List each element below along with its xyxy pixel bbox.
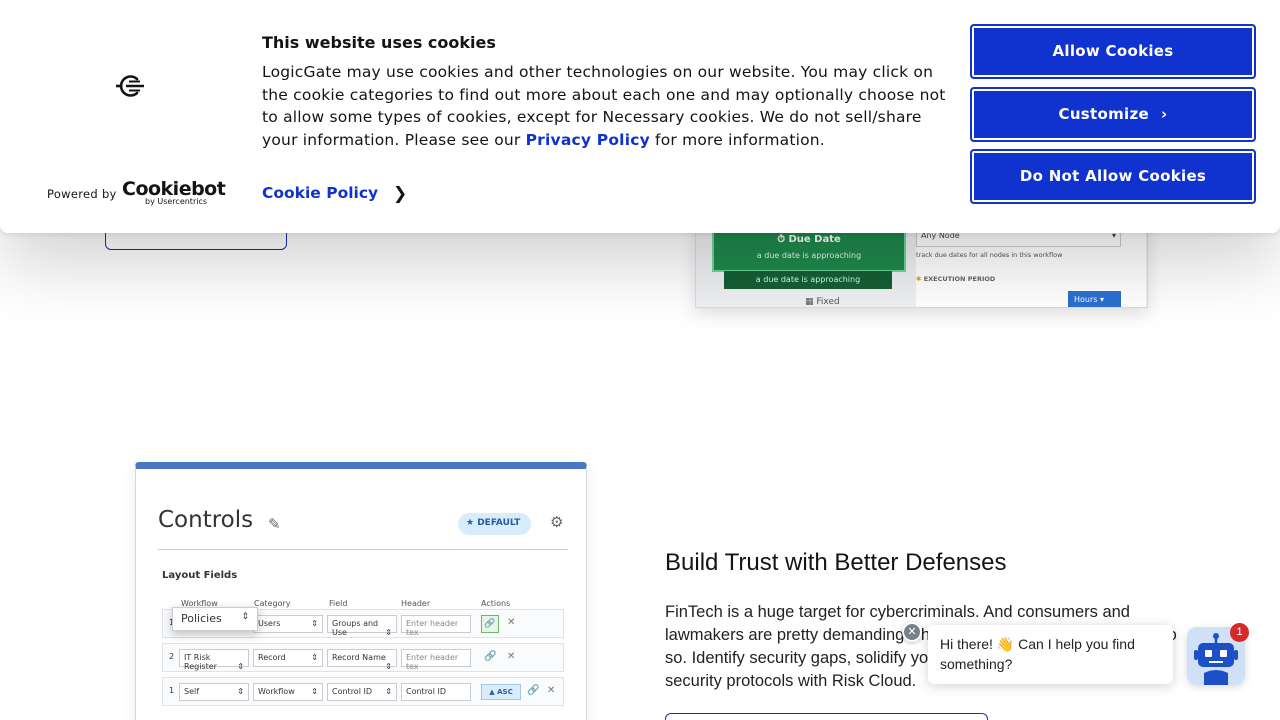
header-input: Enter header tex xyxy=(401,649,471,671)
cookie-policy-link[interactable]: Cookie Policy xyxy=(262,184,378,202)
controls-title: Controls xyxy=(158,507,254,533)
hours-select: Hours ▾ xyxy=(1068,291,1121,307)
remove-icon: ✕ xyxy=(547,685,556,696)
header-category: Category xyxy=(254,599,291,608)
powered-by-label: Powered by xyxy=(47,187,117,201)
pencil-icon: ✎ xyxy=(268,515,281,533)
section-heading: Build Trust with Better Defenses xyxy=(665,549,1007,576)
field-select: Record Name ⇕ xyxy=(327,649,397,671)
allow-cookies-button[interactable]: Allow Cookies xyxy=(970,24,1256,79)
fixed-label: ▦ Fixed xyxy=(805,297,840,307)
table-row: 2 IT Risk Register ⇕ Record ⇕ Record Name ⇕… xyxy=(162,643,564,672)
chat-greeting-bubble[interactable]: Hi there! 👋 Can I help you find somethin… xyxy=(928,625,1173,684)
field-select: Groups and Use ⇕ xyxy=(327,615,397,637)
header-actions: Actions xyxy=(481,599,511,608)
banner-title: This website uses cookies xyxy=(262,33,496,52)
table-row: 1 Self ⇕ Workflow ⇕ Control ID ⇕ Control ID… xyxy=(162,677,564,706)
node-note: track due dates for all nodes in this wo… xyxy=(916,251,1063,259)
sort-badge: ▲ ASC xyxy=(481,684,521,700)
link-icon: 🔗 xyxy=(481,615,499,633)
chevron-right-icon: › xyxy=(1160,105,1168,123)
header-input: Enter header tex xyxy=(401,615,471,637)
header-field: Field xyxy=(329,599,348,608)
workflow-select: IT Risk Register ⇕ xyxy=(179,649,249,671)
page: ⏱ Due Date a due date is approaching a d… xyxy=(0,0,1280,720)
category-select: Record ⇕ xyxy=(253,649,323,667)
link-icon: 🔗 xyxy=(527,685,540,696)
customize-label: Customize xyxy=(1058,105,1149,123)
category-select: Workflow ⇕ xyxy=(253,683,323,701)
policies-dropdown: Policies ⇕ xyxy=(172,607,258,631)
deny-cookies-button[interactable]: Do Not Allow Cookies xyxy=(970,149,1256,204)
gear-icon: ⚙ xyxy=(550,513,564,531)
chevron-right-icon[interactable]: ❯ xyxy=(393,184,407,204)
cookie-banner: Powered by Cookiebot by Usercentrics Thi… xyxy=(0,0,1280,233)
customize-button[interactable]: Customize › xyxy=(970,87,1256,142)
banner-text-tail: for more information. xyxy=(649,130,825,149)
notification-badge: 1 xyxy=(1230,623,1249,642)
field-select: Control ID ⇕ xyxy=(327,683,397,701)
due-date-subtitle: a due date is approaching xyxy=(756,251,862,260)
banner-text: LogicGate may use cookies and other tech… xyxy=(262,61,952,151)
workflow-select: Self ⇕ xyxy=(179,683,249,701)
close-icon[interactable]: ✕ xyxy=(902,622,922,642)
logicgate-logo-icon xyxy=(116,75,144,97)
header-header: Header xyxy=(401,599,431,608)
layout-fields-label: Layout Fields xyxy=(162,570,238,581)
category-select: Users ⇕ xyxy=(253,615,323,633)
row-number: 2 xyxy=(169,652,175,661)
cookiebot-sub: by Usercentrics xyxy=(145,197,208,206)
header-input: Control ID xyxy=(401,683,471,701)
privacy-policy-link[interactable]: Privacy Policy xyxy=(526,131,650,149)
section-cta-button[interactable] xyxy=(665,713,988,720)
controls-screenshot: Controls ✎ ★ DEFAULT ⚙ Layout Fields Wor… xyxy=(135,462,587,720)
link-icon: 🔗 xyxy=(484,651,497,662)
divider xyxy=(158,549,568,550)
remove-icon: ✕ xyxy=(507,617,516,628)
remove-icon: ✕ xyxy=(507,651,516,662)
default-badge: ★ DEFAULT xyxy=(458,513,531,535)
row-number: 1 xyxy=(169,686,175,695)
due-date-card-secondary: a due date is approaching xyxy=(724,271,892,289)
due-date-title: ⏱ Due Date xyxy=(777,234,841,245)
execution-period-label: ✱ EXECUTION PERIOD xyxy=(916,275,996,283)
